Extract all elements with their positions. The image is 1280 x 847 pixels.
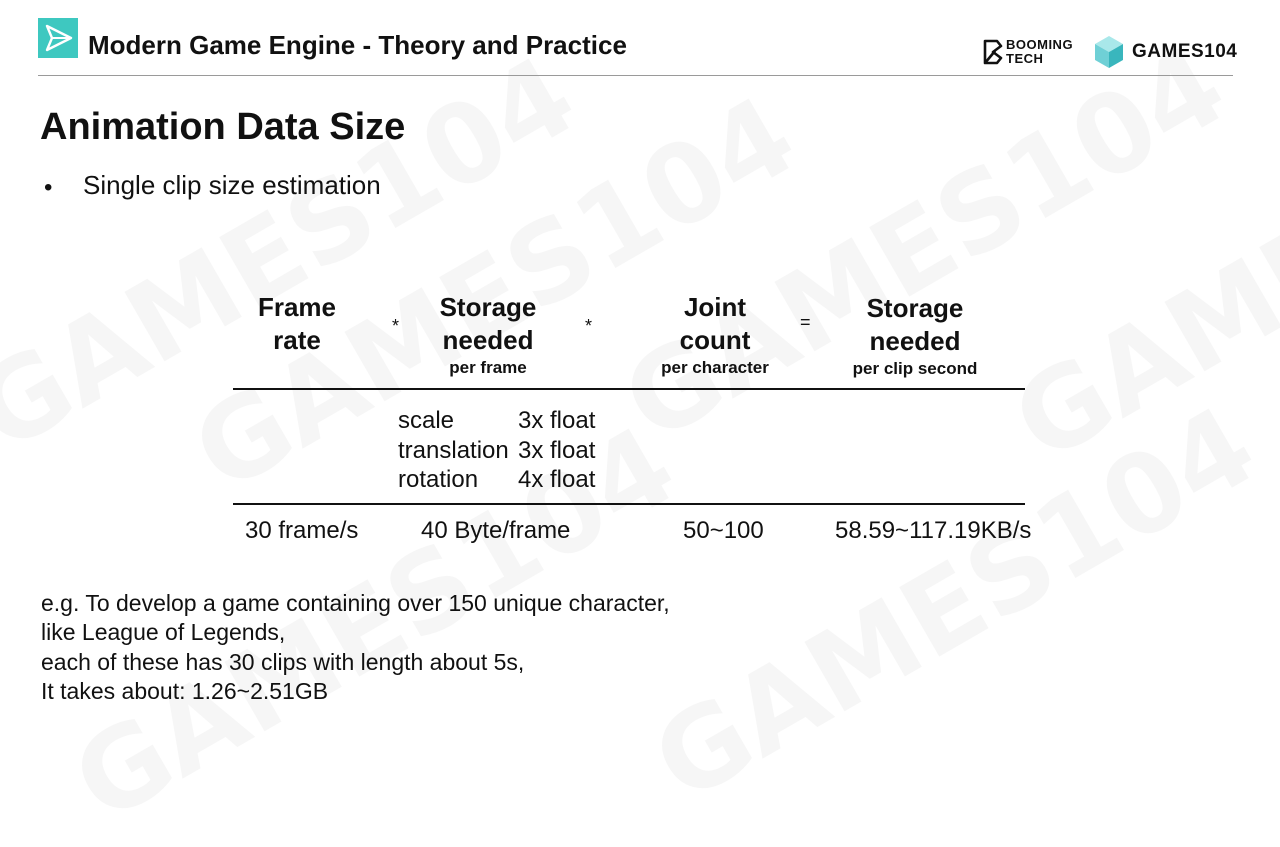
component-name-rotation: rotation — [398, 466, 479, 493]
watermark: GAMES104 — [603, 21, 1246, 466]
header-divider — [38, 75, 1233, 76]
note-line: like League of Legends, — [41, 619, 286, 645]
slide-title: Animation Data Size — [40, 106, 406, 148]
component-size-rotation: 4x float — [518, 466, 596, 493]
note-line: each of these has 30 clips with length a… — [41, 649, 525, 675]
games104-label: GAMES104 — [1132, 41, 1238, 62]
column-header-joint-count: Joint count per character — [640, 291, 790, 379]
column-subheading: per character — [661, 358, 769, 377]
component-name-translation: translation — [398, 437, 509, 464]
column-header-frame-rate: Frame rate — [257, 292, 337, 355]
bullet-text: Single clip size estimation — [83, 170, 381, 200]
bullet-dot: • — [44, 174, 53, 201]
column-header-storage-per-clip-second: Storage needed per clip second — [830, 292, 1000, 380]
course-title: Modern Game Engine - Theory and Practice — [88, 30, 627, 60]
booming-tech-logo: BOOMING TECH — [982, 38, 1082, 68]
result-storage-per-clip-second: 58.59~117.19KB/s — [835, 517, 1032, 544]
booming-mark-icon — [983, 39, 1003, 65]
column-subheading: per clip second — [852, 359, 978, 378]
cube-icon — [1093, 34, 1125, 70]
result-frame-rate: 30 frame/s — [245, 517, 359, 544]
component-size-scale: 3x float — [518, 407, 596, 434]
note-line: It takes about: 1.26~2.51GB — [41, 678, 329, 704]
paper-plane-icon — [45, 24, 73, 52]
table-rule-top — [233, 388, 1025, 390]
result-storage-per-frame: 40 Byte/frame — [421, 517, 571, 544]
watermark: GAMES104 — [0, 31, 596, 476]
course-logo — [38, 18, 78, 58]
watermark: GAMES104 — [633, 381, 1276, 826]
component-name-scale: scale — [398, 407, 455, 434]
tech-label: TECH — [1006, 51, 1044, 66]
column-subheading: per frame — [449, 358, 527, 377]
operator-multiply: * — [585, 316, 593, 336]
booming-label: BOOMING — [1006, 37, 1074, 52]
column-header-storage-per-frame: Storage needed per frame — [408, 291, 568, 379]
table-rule-bottom — [233, 503, 1025, 505]
result-joint-count: 50~100 — [683, 517, 764, 544]
operator-equals: = — [800, 312, 811, 332]
operator-multiply: * — [392, 316, 400, 336]
note-line: e.g. To develop a game containing over 1… — [41, 590, 670, 616]
watermark: GAMES104 — [993, 41, 1280, 486]
component-size-translation: 3x float — [518, 437, 596, 464]
